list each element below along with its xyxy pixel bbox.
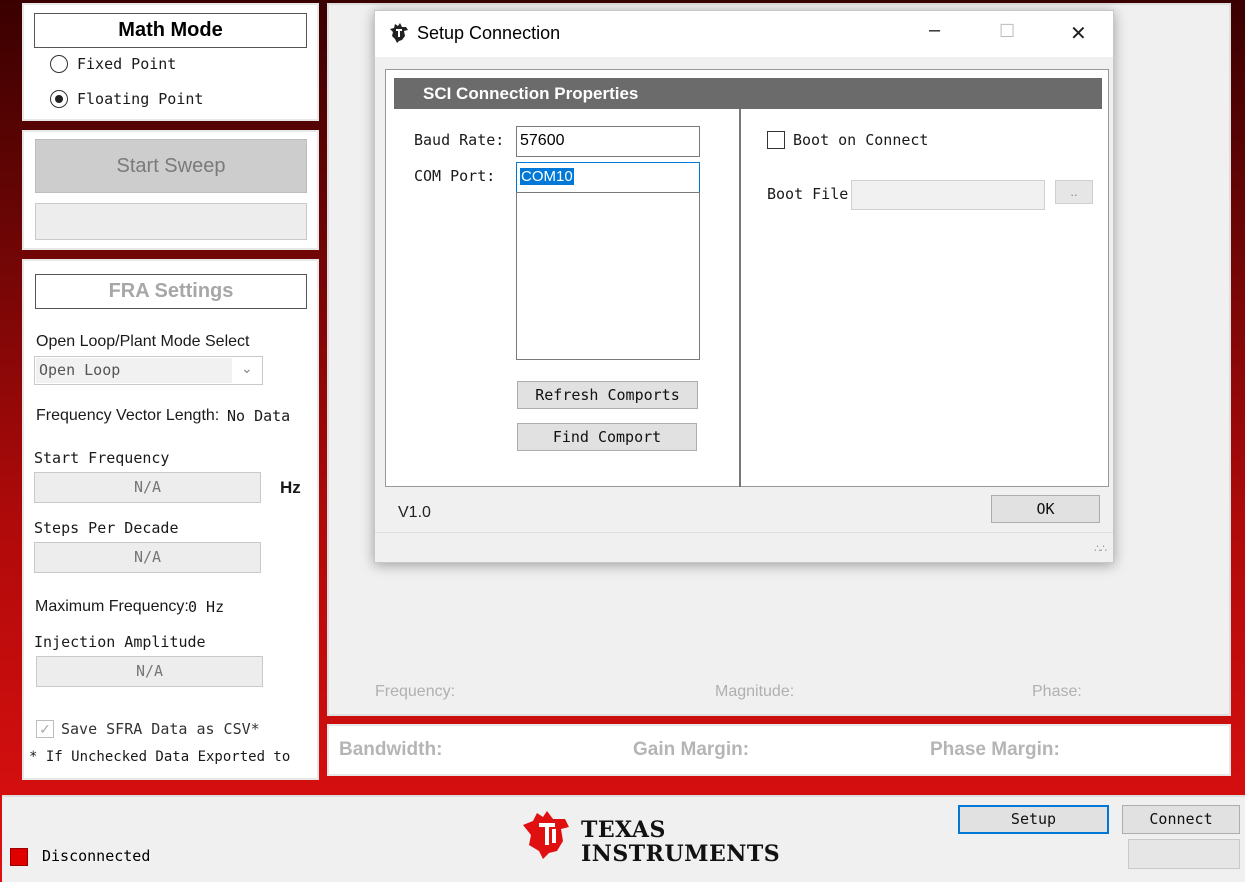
freq-vector-label: Frequency Vector Length:: [36, 407, 220, 424]
browse-button[interactable]: ..: [1055, 180, 1093, 204]
save-csv-checkbox[interactable]: ✓: [36, 720, 54, 738]
bandwidth-label: Bandwidth:: [339, 739, 443, 760]
baud-rate-field[interactable]: 57600: [516, 126, 700, 157]
boot-on-connect-checkbox[interactable]: [767, 131, 785, 149]
magnitude-readout-label: Magnitude:: [715, 683, 795, 700]
find-comport-button[interactable]: Find Comport: [517, 423, 697, 451]
com-port-field[interactable]: COM10: [516, 162, 700, 193]
connect-progress-box: [1128, 839, 1240, 869]
start-freq-label: Start Frequency: [34, 449, 170, 467]
fixed-point-label: Fixed Point: [77, 55, 177, 73]
dialog-title-bar[interactable]: Setup Connection – ☐ ✕: [375, 11, 1113, 57]
sweep-progress-bar: [35, 203, 307, 240]
close-icon[interactable]: ✕: [1070, 21, 1087, 46]
frequency-readout-label: Frequency:: [375, 683, 456, 700]
freq-vector-value: No Data: [227, 407, 291, 425]
setup-button[interactable]: Setup: [958, 805, 1109, 834]
com-port-label: COM Port:: [414, 167, 496, 185]
browse-button-label: ..: [1070, 184, 1078, 199]
group-divider: [739, 109, 741, 487]
chevron-down-icon: ⌄: [241, 360, 253, 376]
start-freq-field[interactable]: N/A: [34, 472, 261, 503]
baud-rate-value: 57600: [520, 132, 565, 149]
phase-readout-label: Phase:: [1032, 683, 1082, 700]
steps-label: Steps Per Decade: [34, 519, 179, 537]
logo-line-1: Texas: [581, 817, 666, 843]
save-csv-label: Save SFRA Data as CSV*: [61, 720, 260, 738]
version-label: V1.0: [398, 504, 431, 521]
dialog-title: Setup Connection: [417, 23, 561, 43]
math-mode-panel: Math Mode Fixed Point Floating Point: [22, 3, 319, 121]
inj-amp-value: N/A: [135, 662, 164, 680]
inj-amp-label: Injection Amplitude: [34, 633, 206, 651]
max-freq-label: Maximum Frequency:: [35, 598, 189, 615]
sci-section-title: SCI Connection Properties: [423, 84, 639, 103]
find-comport-label: Find Comport: [552, 428, 662, 446]
maximize-icon[interactable]: ☐: [999, 21, 1015, 42]
steps-value: N/A: [133, 548, 162, 566]
setup-button-label: Setup: [1010, 810, 1057, 828]
floating-point-label: Floating Point: [77, 90, 204, 108]
start-sweep-label: Start Sweep: [116, 155, 226, 177]
resize-grip-icon[interactable]: ∴∴: [1094, 542, 1107, 555]
baud-rate-label: Baud Rate:: [414, 131, 505, 149]
gain-margin-label: Gain Margin:: [633, 739, 750, 760]
connect-button[interactable]: Connect: [1122, 805, 1240, 834]
checkmark-icon: ✓: [39, 721, 51, 737]
logo-line-2: Instruments: [581, 841, 781, 867]
start-freq-value: N/A: [133, 478, 162, 496]
boot-on-connect-label: Boot on Connect: [793, 131, 929, 149]
texas-instruments-logo: Texas Instruments: [519, 807, 780, 867]
sci-section-header: SCI Connection Properties: [394, 78, 1102, 109]
math-mode-title-box: Math Mode: [34, 13, 307, 48]
start-freq-unit: Hz: [280, 478, 301, 497]
setup-connection-dialog: Setup Connection – ☐ ✕ SCI Connection Pr…: [374, 10, 1114, 563]
max-freq-value: 0 Hz: [188, 598, 225, 616]
boot-file-field[interactable]: [851, 180, 1045, 210]
connection-status-text: Disconnected: [42, 847, 151, 865]
math-mode-title: Math Mode: [118, 19, 223, 41]
fra-settings-panel: FRA Settings Open Loop/Plant Mode Select…: [22, 259, 319, 780]
boot-file-label: Boot File:: [767, 185, 858, 203]
steps-field[interactable]: N/A: [34, 542, 261, 573]
inj-amp-field[interactable]: N/A: [36, 656, 263, 687]
sweep-panel: Start Sweep: [22, 130, 319, 250]
mode-select-dropdown[interactable]: Open Loop ⌄: [34, 356, 263, 385]
csv-note: * If Unchecked Data Exported to: [29, 749, 291, 765]
mode-select-label: Open Loop/Plant Mode Select: [36, 333, 250, 350]
ti-logo-icon: [390, 23, 408, 43]
phase-margin-label: Phase Margin:: [930, 739, 1060, 760]
fra-title: FRA Settings: [108, 280, 234, 302]
refresh-comports-button[interactable]: Refresh Comports: [517, 381, 698, 409]
ok-button-label: OK: [1036, 500, 1055, 518]
refresh-comports-label: Refresh Comports: [535, 386, 680, 404]
com-port-list[interactable]: [516, 192, 700, 360]
com-port-value: COM10: [520, 168, 574, 185]
floating-point-radio[interactable]: [50, 90, 68, 108]
mode-select-value: Open Loop: [39, 361, 121, 379]
dialog-status-strip: [375, 532, 1113, 562]
fra-title-box: FRA Settings: [35, 274, 307, 309]
metrics-bar: Bandwidth: Gain Margin: Phase Margin:: [327, 724, 1231, 776]
fixed-point-radio[interactable]: [50, 55, 68, 73]
ti-logo-icon: [523, 811, 569, 859]
connect-button-label: Connect: [1149, 810, 1213, 828]
status-indicator: [10, 848, 28, 866]
sci-properties-group: SCI Connection Properties Baud Rate: 576…: [385, 69, 1109, 487]
ok-button[interactable]: OK: [991, 495, 1100, 523]
minimize-icon[interactable]: –: [929, 19, 940, 42]
footer-bar: Disconnected Texas Instruments Setup Con…: [2, 795, 1245, 882]
start-sweep-button[interactable]: Start Sweep: [35, 139, 307, 193]
